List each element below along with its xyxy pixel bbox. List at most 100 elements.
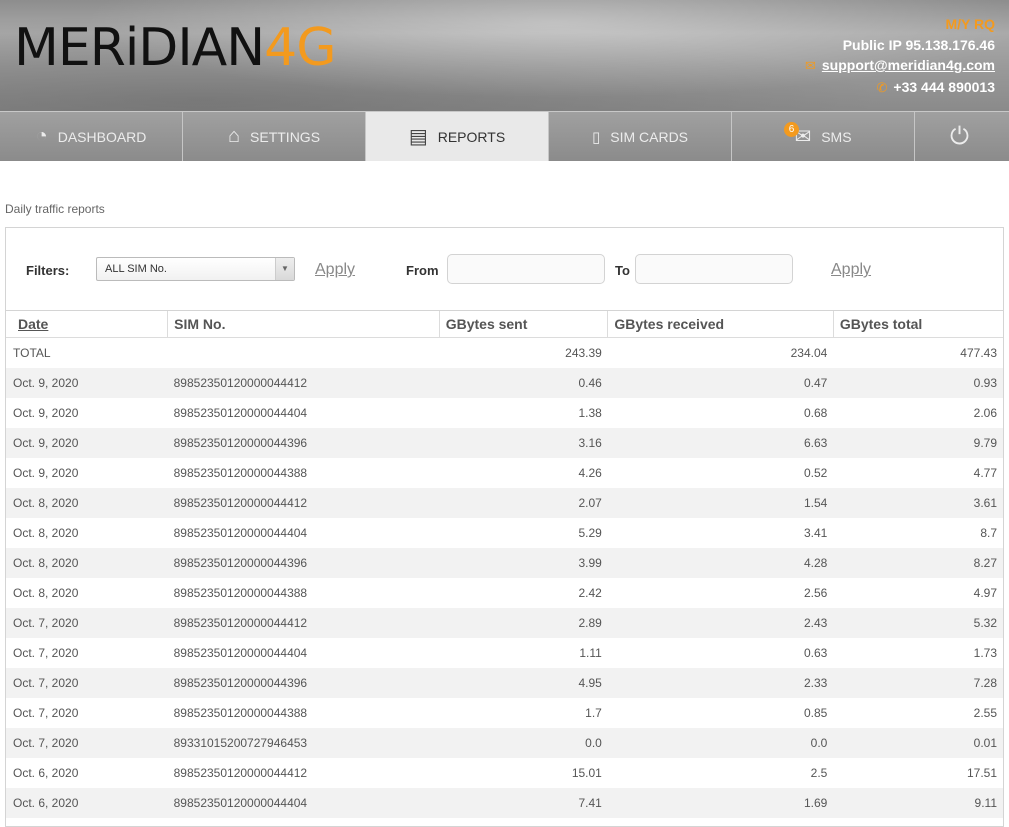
cell-gbytes-received: 1.54	[607, 487, 834, 518]
cell-date: Oct. 9, 2020	[6, 427, 168, 458]
table-row: Oct. 7, 2020 89852350120000044388 1.7 0.85 2…	[6, 698, 1003, 728]
public-ip: Public IP 95.138.176.46	[842, 36, 995, 53]
cell-gbytes-total: 2.55	[973, 705, 997, 720]
cell-gbytes-received: 0.0	[607, 727, 834, 758]
table-row: Oct. 7, 2020 89852350120000044396 4.95 2.33…	[6, 667, 1003, 698]
traffic-table: Date SIM No. GBytes sent GBytes received…	[6, 311, 1003, 818]
envelope-icon: ✉	[804, 58, 816, 73]
total-label: TOTAL	[13, 345, 51, 360]
cell-gbytes-received: 6.63	[607, 427, 834, 458]
column-header-received: GBytes received	[607, 311, 834, 338]
tab-sms[interactable]: 6 ✉ SMS	[732, 112, 915, 161]
cell-gbytes-received: 0.52	[803, 465, 828, 480]
column-header-date[interactable]: Date	[6, 311, 169, 338]
tab-label: DASHBOARD	[57, 128, 147, 145]
cell-sim-number: 89852350120000044404	[167, 787, 440, 818]
cell-date: Oct. 9, 2020	[13, 465, 79, 480]
logout-button[interactable]: ⏻	[915, 112, 1004, 161]
tab-label: SMS	[821, 128, 852, 145]
cell-date: Oct. 7, 2020	[13, 705, 79, 720]
to-label: To	[615, 263, 630, 278]
cell-gbytes-received: 0.68	[803, 405, 828, 420]
cell-gbytes-sent: 2.42	[578, 585, 602, 600]
table-row: Oct. 8, 2020 89852350120000044388 2.42 2.56…	[6, 578, 1003, 608]
cell-gbytes-sent: 7.41	[439, 787, 608, 818]
cell-gbytes-total: 3.61	[833, 487, 1003, 518]
cell-gbytes-received: 0.47	[607, 367, 834, 398]
sim-card-icon: ▯	[591, 128, 601, 146]
chevron-down-icon: ▼	[275, 258, 294, 280]
total-sent: 243.39	[565, 345, 602, 360]
cell-sim-number: 89852350120000044412	[173, 765, 308, 780]
sim-select[interactable]: ALL SIM No. ▼	[96, 257, 295, 281]
cell-gbytes-total: 4.97	[973, 585, 997, 600]
sms-count-badge: 6	[784, 122, 799, 137]
power-icon: ⏻	[950, 122, 969, 150]
contact-info: M/Y RQ Public IP 95.138.176.46 ✉ support@…	[805, 14, 995, 98]
cell-date: Oct. 7, 2020	[6, 607, 168, 638]
table-row: Oct. 7, 2020 89852350120000044404 1.11 0.63…	[6, 638, 1003, 668]
cell-gbytes-total: 8.27	[833, 547, 1003, 578]
cell-date: Oct. 8, 2020	[13, 525, 79, 540]
tab-settings[interactable]: ⌂ SETTINGS	[183, 112, 366, 161]
cell-gbytes-received: 4.28	[607, 547, 834, 578]
cell-date: Oct. 7, 2020	[6, 667, 168, 698]
cell-date: Oct. 9, 2020	[6, 367, 168, 398]
table-row: Oct. 9, 2020 89852350120000044396 3.16 6.63…	[6, 427, 1003, 458]
cell-gbytes-total: 5.32	[833, 607, 1003, 638]
cell-gbytes-received: 1.69	[607, 787, 834, 818]
table-row: Oct. 6, 2020 89852350120000044404 7.41 1.69…	[6, 787, 1003, 818]
cell-sim-number: 89852350120000044388	[173, 705, 308, 720]
apply-date-filter-link[interactable]: Apply	[831, 261, 871, 279]
cell-gbytes-sent: 5.29	[578, 525, 602, 540]
cell-gbytes-sent: 3.16	[439, 427, 608, 458]
cell-sim-number: 89852350120000044412	[167, 487, 440, 518]
cell-date: Oct. 8, 2020	[13, 585, 79, 600]
tab-dashboard[interactable]: ◔ DASHBOARD	[0, 112, 183, 161]
main-nav: ◔ DASHBOARD ⌂ SETTINGS ▤ REPORTS ▯ SIM C…	[0, 111, 1009, 161]
cell-sim-number: 89852350120000044396	[167, 547, 440, 578]
cell-gbytes-total: 17.51	[966, 765, 997, 780]
tab-label: SETTINGS	[250, 128, 321, 145]
cell-date: Oct. 6, 2020	[6, 787, 168, 818]
cell-gbytes-sent: 4.95	[439, 667, 608, 698]
table-row: Oct. 6, 2020 89852350120000044412 15.01 2.5…	[6, 758, 1003, 788]
table-row: Oct. 9, 2020 89852350120000044404 1.38 0.68…	[6, 398, 1003, 428]
cell-sim-number: 89852350120000044388	[173, 465, 308, 480]
table-row: Oct. 8, 2020 89852350120000044404 5.29 3.41…	[6, 518, 1003, 548]
router-icon: ⌂	[227, 125, 241, 147]
cell-sim-number: 89852350120000044388	[173, 585, 308, 600]
to-date-input[interactable]	[635, 254, 793, 284]
cell-gbytes-received: 2.33	[607, 667, 834, 698]
cell-gbytes-sent: 1.38	[578, 405, 602, 420]
tab-reports[interactable]: ▤ REPORTS	[366, 112, 549, 161]
cell-gbytes-sent: 0.46	[439, 367, 608, 398]
chart-icon: ▤	[408, 126, 428, 148]
cell-gbytes-total: 1.73	[973, 645, 997, 660]
tab-label: REPORTS	[437, 128, 506, 145]
cell-gbytes-sent: 1.11	[579, 645, 602, 660]
cell-sim-number: 89852350120000044412	[167, 607, 440, 638]
total-total: 477.43	[960, 345, 997, 360]
cell-sim-number: 89852350120000044404	[173, 405, 308, 420]
apply-sim-filter-link[interactable]: Apply	[315, 261, 355, 279]
cell-gbytes-total: 4.77	[973, 465, 997, 480]
logo[interactable]: MERiDIAN4G	[14, 22, 337, 74]
support-email-link[interactable]: support@meridian4g.com	[822, 57, 995, 73]
cell-gbytes-received: 2.56	[803, 585, 828, 600]
page-title: Daily traffic reports	[5, 202, 105, 216]
cell-date: Oct. 7, 2020	[6, 727, 168, 758]
cell-gbytes-sent: 2.89	[439, 607, 608, 638]
phone-number: +33 444 890013	[893, 78, 995, 95]
cell-gbytes-received: 2.43	[607, 607, 834, 638]
table-row: Oct. 9, 2020 89852350120000044388 4.26 0.52…	[6, 458, 1003, 488]
company-name: M/Y RQ	[945, 16, 995, 32]
cell-sim-number: 89852350120000044404	[173, 525, 308, 540]
table-row: Oct. 7, 2020 89331015200727946453 0.0 0.0 0.…	[6, 727, 1003, 758]
from-label: From	[406, 263, 439, 278]
cell-gbytes-sent: 4.26	[578, 465, 602, 480]
cell-sim-number: 89331015200727946453	[167, 727, 440, 758]
column-header-sim: SIM No.	[167, 311, 440, 338]
tab-sim-cards[interactable]: ▯ SIM CARDS	[549, 112, 732, 161]
from-date-input[interactable]	[447, 254, 605, 284]
